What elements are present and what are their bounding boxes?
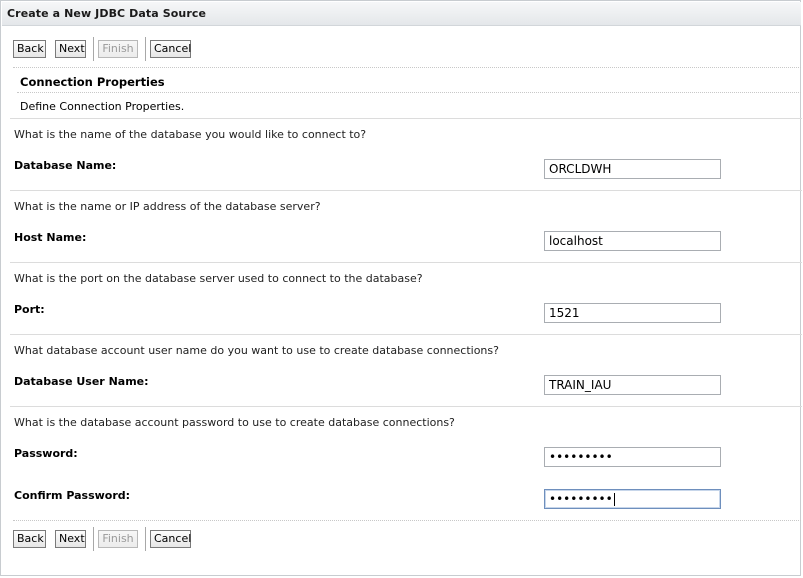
database-name-label: Database Name: — [14, 159, 117, 172]
user-name-question: What database account user name do you w… — [14, 344, 499, 357]
finish-button[interactable]: Finish — [98, 40, 138, 58]
divider — [17, 92, 801, 93]
port-question: What is the port on the database server … — [14, 272, 423, 285]
password-field[interactable]: ••••••••• — [544, 447, 721, 467]
divider — [10, 334, 802, 335]
cancel-button[interactable]: Cancel — [150, 40, 191, 58]
finish-button[interactable]: Finish — [98, 530, 138, 548]
toolbar-separator — [145, 37, 146, 61]
back-button[interactable]: Back — [13, 40, 46, 58]
database-name-field[interactable]: ORCLDWH — [544, 159, 721, 179]
port-field[interactable]: 1521 — [544, 303, 721, 323]
section-title: Connection Properties — [20, 75, 165, 89]
host-name-question: What is the name or IP address of the da… — [14, 200, 321, 213]
section-description: Define Connection Properties. — [20, 100, 185, 113]
user-name-field[interactable]: TRAIN_IAU — [544, 375, 721, 395]
divider — [10, 262, 802, 263]
password-mask: ••••••••• — [549, 450, 613, 464]
divider — [10, 406, 802, 407]
toolbar-separator — [93, 527, 94, 551]
password-label: Password: — [14, 447, 78, 460]
confirm-password-label: Confirm Password: — [14, 489, 131, 502]
user-name-label: Database User Name: — [14, 375, 149, 388]
jdbc-wizard-panel: Create a New JDBC Data Source Back Next … — [0, 0, 802, 576]
page-title: Create a New JDBC Data Source — [7, 7, 207, 20]
confirm-password-mask: ••••••••• — [549, 492, 613, 506]
title-bar: Create a New JDBC Data Source — [2, 2, 801, 26]
next-button[interactable]: Next — [55, 40, 86, 58]
next-button[interactable]: Next — [55, 530, 86, 548]
host-name-field[interactable]: localhost — [544, 231, 721, 251]
divider — [13, 520, 801, 521]
password-question: What is the database account password to… — [14, 416, 455, 429]
cancel-button[interactable]: Cancel — [150, 530, 191, 548]
toolbar-separator — [145, 527, 146, 551]
divider — [10, 118, 802, 119]
database-name-question: What is the name of the database you wou… — [14, 128, 367, 141]
toolbar-separator — [93, 37, 94, 61]
port-label: Port: — [14, 303, 45, 316]
divider — [10, 190, 802, 191]
host-name-label: Host Name: — [14, 231, 87, 244]
divider — [13, 67, 801, 68]
text-cursor — [613, 493, 615, 506]
confirm-password-field[interactable]: ••••••••• — [544, 489, 721, 509]
back-button[interactable]: Back — [13, 530, 46, 548]
